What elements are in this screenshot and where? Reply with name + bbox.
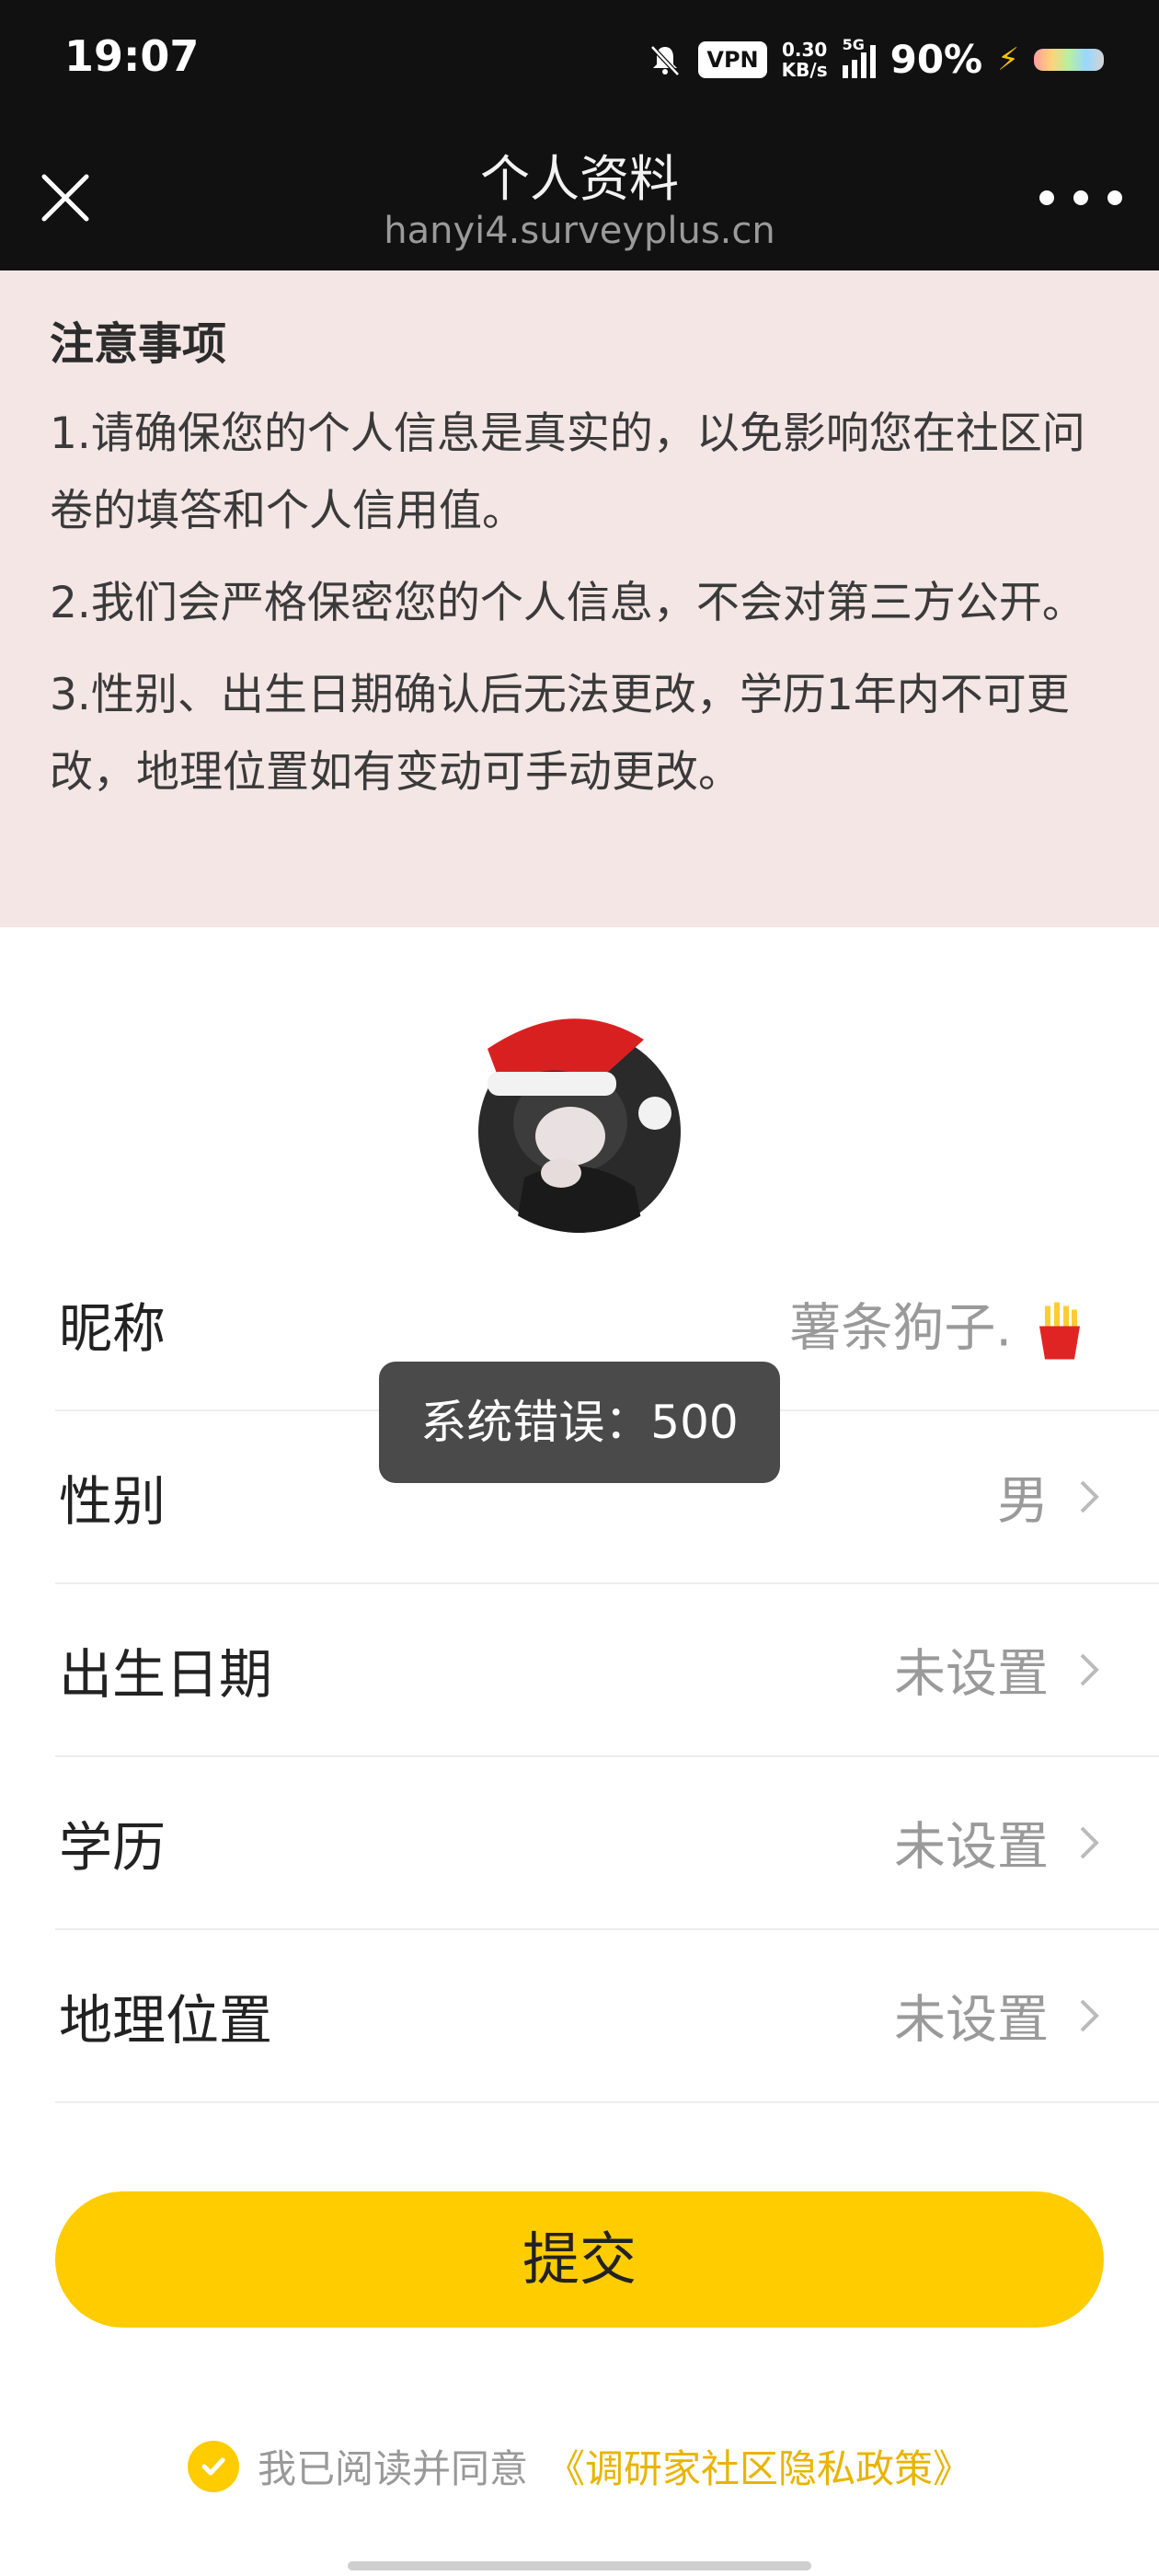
more-icon[interactable]: [1039, 184, 1122, 212]
row-value: 男: [997, 1471, 1049, 1532]
row-value: 未设置: [894, 1644, 1049, 1705]
mute-bell-icon: [650, 44, 681, 76]
avatar[interactable]: [460, 994, 699, 1233]
chevron-right-icon: [1080, 1480, 1099, 1513]
notice-item: 3.性别、出生日期确认后无法更改，学历1年内不可更改，地理位置如有变动可手动更改…: [50, 670, 1070, 798]
chevron-right-icon: [1080, 1826, 1099, 1859]
row-location[interactable]: 地理位置 未设置: [55, 1930, 1159, 2103]
vpn-badge: VPN: [698, 40, 767, 78]
privacy-policy-link[interactable]: 《调研家社区隐私政策》: [546, 2438, 971, 2494]
fries-emoji-icon: [1039, 1302, 1080, 1360]
row-label: 地理位置: [59, 1989, 273, 2052]
agree-checkbox[interactable]: [187, 2440, 239, 2492]
charging-icon: ⚡: [997, 40, 1019, 78]
signal-icon: 5G: [842, 36, 876, 78]
home-indicator[interactable]: [348, 2561, 811, 2570]
notice-panel: 注意事项 1.请确保您的个人信息是真实的，以免影响您在社区问卷的填答和个人信用值…: [0, 270, 1159, 927]
notice-item: 2.我们会严格保密您的个人信息，不会对第三方公开。: [50, 578, 1085, 628]
agreement: 我已阅读并同意 《调研家社区隐私政策》: [0, 2438, 1159, 2494]
row-birthdate[interactable]: 出生日期 未设置: [55, 1584, 1159, 1757]
chevron-right-icon: [1080, 1653, 1099, 1686]
nav-bar: 个人资料 hanyi4.surveyplus.cn: [0, 129, 1159, 270]
row-value: 未设置: [894, 1817, 1049, 1878]
notice-item: 1.请确保您的个人信息是真实的，以免影响您在社区问卷的填答和个人信用值。: [50, 408, 1085, 536]
row-label: 性别: [59, 1470, 166, 1533]
submit-button[interactable]: 提交: [55, 2191, 1104, 2328]
network-speed: 0.30 KB/s: [782, 40, 828, 80]
network-type: 5G: [842, 35, 865, 53]
battery-icon: [1034, 48, 1104, 71]
page-url: hanyi4.surveyplus.cn: [384, 210, 775, 252]
row-label: 学历: [59, 1816, 166, 1879]
network-speed-value: 0.30: [781, 38, 828, 61]
network-speed-unit: KB/s: [781, 58, 828, 81]
row-label: 出生日期: [59, 1643, 273, 1706]
status-icons: VPN 0.30 KB/s 5G 90% ⚡: [647, 36, 1104, 82]
chevron-right-icon: [1080, 1999, 1099, 2032]
row-value: 未设置: [894, 1990, 1049, 2051]
agreement-text: 我已阅读并同意: [257, 2446, 528, 2491]
row-education[interactable]: 学历 未设置: [55, 1757, 1159, 1930]
nickname-value: 薯条狗子.: [789, 1287, 1085, 1362]
row-label: 昵称: [59, 1297, 166, 1360]
notice-title: 注意事项: [50, 318, 227, 370]
check-icon: [201, 2457, 225, 2475]
status-time: 19:07: [64, 31, 200, 81]
status-bar: 19:07 VPN 0.30 KB/s 5G 90% ⚡: [0, 0, 1159, 129]
row-value: 薯条狗子.: [789, 1298, 1013, 1359]
page-title: 个人资料: [480, 150, 679, 208]
battery-percent: 90%: [889, 37, 983, 82]
error-toast: 系统错误：500: [379, 1362, 780, 1483]
